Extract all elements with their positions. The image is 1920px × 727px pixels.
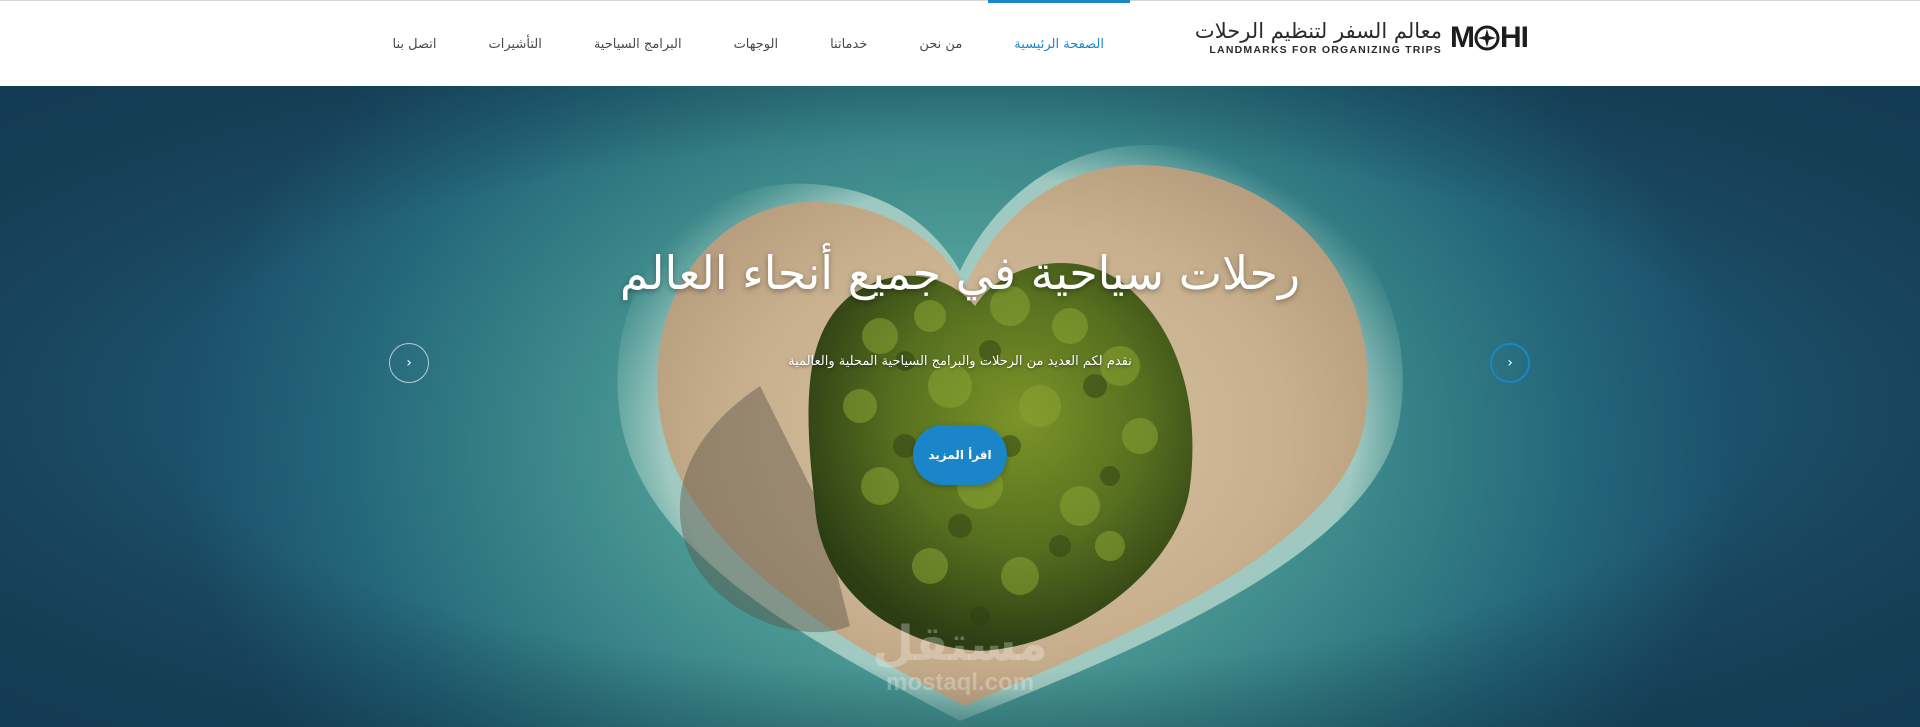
- nav-item-visas[interactable]: التأشيرات: [463, 1, 568, 87]
- logo-mark-m: M: [1450, 21, 1475, 54]
- compass-icon: [1474, 25, 1500, 51]
- site-header: الصفحة الرئيسية من نحن خدماتنا الوجهات ا…: [0, 0, 1920, 86]
- site-logo[interactable]: M HI معالم السفر لتنظيم الرحلات LANDMARK…: [1195, 19, 1529, 59]
- watermark-english: mostaql.com: [885, 669, 1035, 696]
- nav-item-services[interactable]: خدماتنا: [804, 1, 893, 87]
- logo-mark-suffix: HI: [1500, 21, 1529, 54]
- chevron-right-icon: ›: [1507, 355, 1513, 371]
- hero-slider: رحلات سياحية في جميع أنحاء العالم نقدم ل…: [0, 86, 1920, 727]
- hero-subtitle: نقدم لكم العديد من الرحلات والبرامج السي…: [788, 354, 1132, 369]
- watermark: مستقل mostaql.com: [860, 618, 1060, 696]
- slider-next-button[interactable]: ›: [1490, 343, 1530, 383]
- nav-item-home[interactable]: الصفحة الرئيسية: [988, 0, 1130, 87]
- logo-arabic-name: معالم السفر لتنظيم الرحلات: [1194, 19, 1442, 43]
- slider-prev-button[interactable]: ›: [389, 343, 429, 383]
- logo-mark: M HI: [1444, 21, 1529, 55]
- nav-item-contact[interactable]: اتصل بنا: [367, 1, 463, 87]
- main-nav: الصفحة الرئيسية من نحن خدماتنا الوجهات ا…: [367, 0, 1130, 87]
- read-more-button[interactable]: اقرأ المزيد: [913, 425, 1007, 485]
- nav-item-about[interactable]: من نحن: [893, 1, 988, 87]
- nav-item-destinations[interactable]: الوجهات: [708, 1, 805, 87]
- chevron-right-icon: ›: [406, 355, 412, 371]
- watermark-arabic: مستقل: [872, 616, 1048, 672]
- nav-item-programs[interactable]: البرامج السياحية: [568, 1, 708, 87]
- hero-title: رحلات سياحية في جميع أنحاء العالم: [619, 246, 1301, 300]
- logo-english-name: LANDMARKS FOR ORGANIZING TRIPS: [1209, 44, 1442, 56]
